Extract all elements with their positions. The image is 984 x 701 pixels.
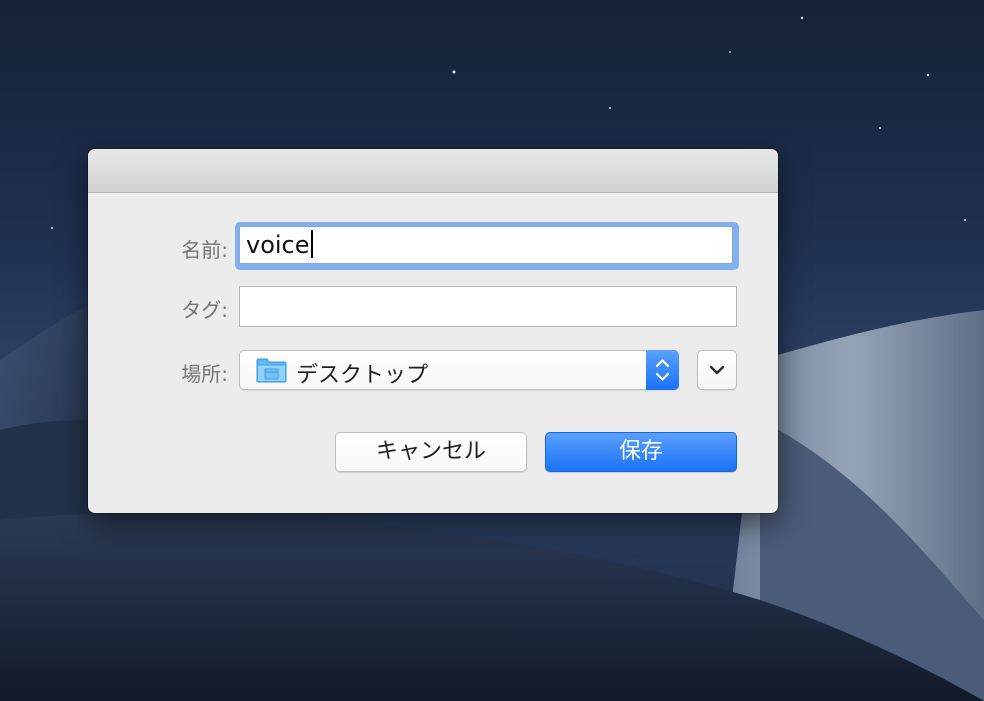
name-input-value: voice	[246, 231, 310, 259]
save-button[interactable]: 保存	[545, 432, 737, 472]
location-stepper[interactable]	[646, 350, 679, 390]
location-value: デスクトップ	[296, 363, 429, 388]
text-caret	[310, 230, 313, 258]
tag-input[interactable]	[239, 286, 737, 327]
expand-button[interactable]	[697, 350, 737, 390]
tag-label: タグ:	[181, 298, 228, 322]
cancel-button[interactable]: キャンセル	[335, 432, 527, 472]
desktop-background: 名前: voice タグ: 場所: デスクトップ キャンセル 保存	[0, 0, 984, 701]
up-down-chevron-icon	[655, 359, 670, 381]
location-label: 場所:	[181, 362, 228, 386]
name-input-focus-ring: voice	[235, 222, 739, 270]
location-popup-button[interactable]: デスクトップ	[239, 350, 679, 390]
folder-icon	[256, 358, 287, 387]
name-input[interactable]: voice	[239, 226, 733, 264]
name-label: 名前:	[181, 238, 228, 262]
chevron-down-icon	[709, 365, 725, 375]
dialog-titlebar	[88, 149, 778, 193]
save-dialog: 名前: voice タグ: 場所: デスクトップ キャンセル 保存	[88, 149, 778, 513]
